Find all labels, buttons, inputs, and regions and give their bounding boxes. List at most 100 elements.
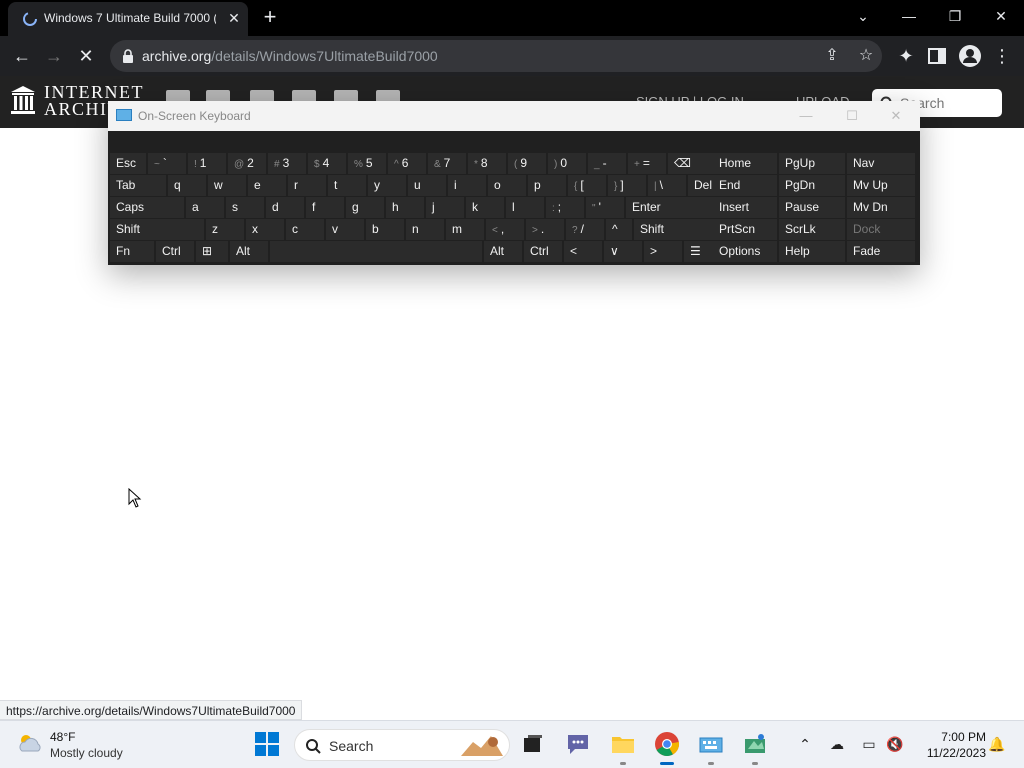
key-symbol[interactable]: <, xyxy=(486,219,524,240)
forward-arrow-icon[interactable]: → xyxy=(42,44,66,68)
osk-minimize-button[interactable]: — xyxy=(796,107,816,125)
key-ctrl[interactable]: Ctrl xyxy=(524,241,562,262)
new-tab-button[interactable]: + xyxy=(260,6,280,28)
key-caps[interactable]: Caps xyxy=(110,197,184,218)
key-7[interactable]: & 7 xyxy=(428,153,466,174)
chrome-menu-icon[interactable]: ⋮ xyxy=(990,44,1014,68)
key-h[interactable]: h xyxy=(386,197,424,218)
key-shift[interactable]: Shift xyxy=(634,219,720,240)
key-v[interactable]: v xyxy=(326,219,364,240)
bookmark-star-icon[interactable]: ☆ xyxy=(856,46,876,66)
extensions-puzzle-icon[interactable]: ✦ xyxy=(894,44,918,68)
key-p[interactable]: p xyxy=(528,175,566,196)
key-symbol[interactable]: _ - xyxy=(588,153,626,174)
volume-muted-icon[interactable]: 🔇 xyxy=(886,735,904,753)
key-3[interactable]: #3 xyxy=(268,153,306,174)
clock-time[interactable]: 7:00 PM xyxy=(930,730,986,744)
teams-chat-icon[interactable] xyxy=(565,731,591,757)
weather-condition[interactable]: Mostly cloudy xyxy=(50,746,123,760)
minimize-button[interactable]: — xyxy=(897,6,921,26)
on-screen-keyboard-window[interactable]: On-Screen Keyboard — ☐ ✕ Esc ~ `! 1 @2 #3 $4% 5… xyxy=(108,101,920,265)
key-space[interactable] xyxy=(270,241,482,262)
key-symbol[interactable]: | \ xyxy=(648,175,686,196)
key-mvdn[interactable]: Mv Dn xyxy=(847,197,915,218)
back-arrow-icon[interactable]: ← xyxy=(10,44,34,68)
key-space[interactable]: ⊞ xyxy=(196,241,228,262)
key-i[interactable]: i xyxy=(448,175,486,196)
key-2[interactable]: @2 xyxy=(228,153,266,174)
network-icon[interactable]: ▭ xyxy=(860,735,878,753)
lock-icon[interactable] xyxy=(122,49,134,63)
restore-button[interactable]: ❐ xyxy=(943,6,967,26)
key-g[interactable]: g xyxy=(346,197,384,218)
tab-search-dropdown-icon[interactable]: ⌄ xyxy=(851,6,875,26)
key-1[interactable]: ! 1 xyxy=(188,153,226,174)
key-symbol[interactable]: + = xyxy=(628,153,666,174)
key-l[interactable]: l xyxy=(506,197,544,218)
weather-temperature[interactable]: 48°F xyxy=(50,730,75,744)
browser-tab[interactable]: Windows 7 Ultimate Build 7000 ( ✕ xyxy=(8,2,248,36)
key-j[interactable]: j xyxy=(426,197,464,218)
key-dock[interactable]: Dock xyxy=(847,219,915,240)
key-nav[interactable]: Nav xyxy=(847,153,915,174)
key-insert[interactable]: Insert xyxy=(713,197,777,218)
show-hidden-icons-chevron-icon[interactable]: ⌃ xyxy=(796,735,814,753)
key-symbol[interactable]: ~ ` xyxy=(148,153,186,174)
key-d[interactable]: d xyxy=(266,197,304,218)
key-space[interactable]: ∨ xyxy=(604,241,642,262)
key-scrlk[interactable]: ScrLk xyxy=(779,219,845,240)
file-explorer-icon[interactable] xyxy=(610,731,636,757)
key-symbol[interactable]: {[ xyxy=(568,175,606,196)
key-y[interactable]: y xyxy=(368,175,406,196)
key-tab[interactable]: Tab xyxy=(110,175,166,196)
key-x[interactable]: x xyxy=(246,219,284,240)
key-pause[interactable]: Pause xyxy=(779,197,845,218)
key-pgup[interactable]: PgUp xyxy=(779,153,845,174)
key-ctrl[interactable]: Ctrl xyxy=(156,241,194,262)
key-0[interactable]: ) 0 xyxy=(548,153,586,174)
key-pgdn[interactable]: PgDn xyxy=(779,175,845,196)
key-space[interactable]: < xyxy=(564,241,602,262)
osk-taskbar-icon[interactable] xyxy=(698,731,724,757)
key-6[interactable]: ^ 6 xyxy=(388,153,426,174)
key-options[interactable]: Options xyxy=(713,241,777,262)
key-t[interactable]: t xyxy=(328,175,366,196)
key-n[interactable]: n xyxy=(406,219,444,240)
paint-app-icon[interactable] xyxy=(742,731,768,757)
key-home[interactable]: Home xyxy=(713,153,777,174)
key-alt[interactable]: Alt xyxy=(230,241,268,262)
key-space[interactable]: > xyxy=(644,241,682,262)
key-r[interactable]: r xyxy=(288,175,326,196)
key-symbol[interactable]: :; xyxy=(546,197,584,218)
chrome-icon[interactable] xyxy=(654,731,680,757)
stop-loading-icon[interactable]: ✕ xyxy=(74,44,98,68)
task-view-icon[interactable] xyxy=(520,731,546,757)
key-f[interactable]: f xyxy=(306,197,344,218)
profile-avatar-icon[interactable] xyxy=(958,44,982,68)
osk-maximize-button[interactable]: ☐ xyxy=(842,107,862,125)
close-window-button[interactable]: ✕ xyxy=(989,6,1013,26)
archive-logo-icon[interactable] xyxy=(10,85,36,115)
clock-date[interactable]: 11/22/2023 xyxy=(920,746,986,760)
notification-bell-icon[interactable]: 🔔 xyxy=(988,735,1006,753)
osk-close-button[interactable]: ✕ xyxy=(886,107,906,125)
key-help[interactable]: Help xyxy=(779,241,845,262)
taskbar-search-box[interactable]: Search xyxy=(294,729,510,761)
share-icon[interactable]: ⇪ xyxy=(822,46,842,66)
url-text[interactable]: archive.org/details/Windows7UltimateBuil… xyxy=(142,48,438,64)
windows-start-icon[interactable] xyxy=(254,731,280,757)
key-4[interactable]: $4 xyxy=(308,153,346,174)
key-u[interactable]: u xyxy=(408,175,446,196)
key-shift[interactable]: Shift xyxy=(110,219,204,240)
key-symbol[interactable]: ? / xyxy=(566,219,604,240)
key-m[interactable]: m xyxy=(446,219,484,240)
key-o[interactable]: o xyxy=(488,175,526,196)
key-s[interactable]: s xyxy=(226,197,264,218)
key-5[interactable]: % 5 xyxy=(348,153,386,174)
side-panel-icon[interactable] xyxy=(926,45,948,67)
key-esc[interactable]: Esc xyxy=(110,153,146,174)
key-fade[interactable]: Fade xyxy=(847,241,915,262)
key-c[interactable]: c xyxy=(286,219,324,240)
osk-titlebar[interactable]: On-Screen Keyboard — ☐ ✕ xyxy=(108,101,920,131)
key-prtscn[interactable]: PrtScn xyxy=(713,219,777,240)
